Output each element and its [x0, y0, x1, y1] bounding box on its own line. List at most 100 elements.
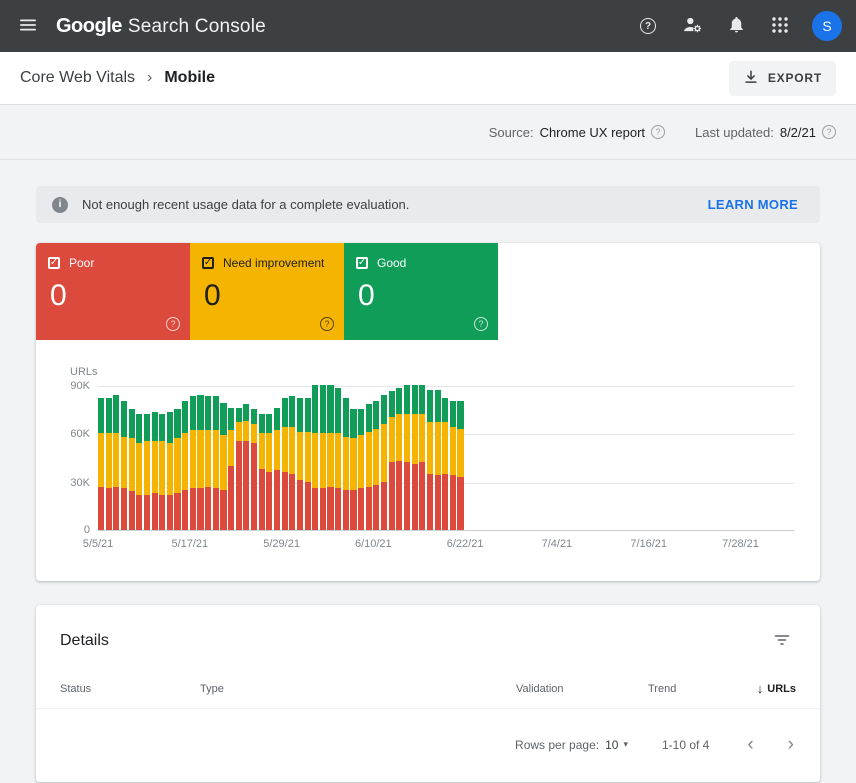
- chart-bar: [113, 395, 119, 530]
- bar-segment-need-improvement: [343, 437, 349, 490]
- bar-segment-good: [427, 390, 433, 422]
- notice-banner: i Not enough recent usage data for a com…: [36, 186, 820, 223]
- export-button[interactable]: EXPORT: [729, 61, 836, 96]
- bar-segment-need-improvement: [113, 433, 119, 486]
- help-icon[interactable]: ?: [474, 317, 488, 331]
- filter-button[interactable]: [768, 627, 796, 655]
- apps-button[interactable]: [760, 6, 800, 46]
- bar-segment-poor: [373, 485, 379, 530]
- chart-bar: [358, 409, 364, 530]
- bar-segment-poor: [274, 470, 280, 530]
- checkbox-checked-icon[interactable]: ✓: [48, 257, 60, 269]
- help-button[interactable]: ?: [628, 6, 668, 46]
- tile-good[interactable]: ✓ Good 0 ?: [344, 243, 498, 340]
- tile-need-improvement[interactable]: ✓ Need improvement 0 ?: [190, 243, 344, 340]
- chart-bar: [389, 391, 395, 530]
- account-avatar[interactable]: S: [812, 11, 842, 41]
- chart-bar: [427, 390, 433, 530]
- chart-bar: [350, 409, 356, 530]
- breadcrumb-core-web-vitals[interactable]: Core Web Vitals: [20, 69, 135, 87]
- column-urls-sort[interactable]: ↓ URLs: [757, 681, 796, 696]
- bar-segment-poor: [327, 487, 333, 531]
- checkbox-checked-icon[interactable]: ✓: [356, 257, 368, 269]
- bar-segment-good: [343, 398, 349, 437]
- help-icon[interactable]: ?: [320, 317, 334, 331]
- sort-descending-icon: ↓: [757, 681, 764, 696]
- user-settings-icon: [682, 14, 703, 38]
- filter-icon: [773, 631, 791, 652]
- chart-plot: 90K60K30K05/5/215/17/215/29/216/10/216/2…: [98, 386, 794, 531]
- help-icon: ?: [640, 18, 656, 34]
- chart-bar: [167, 412, 173, 530]
- help-icon[interactable]: ?: [166, 317, 180, 331]
- next-page-button[interactable]: ›: [786, 735, 796, 754]
- chart-bar: [174, 409, 180, 530]
- gridline: [98, 386, 794, 387]
- last-updated-value: 8/2/21: [780, 125, 816, 140]
- column-type[interactable]: Type: [200, 683, 516, 695]
- bar-segment-need-improvement: [236, 422, 242, 441]
- help-icon[interactable]: ?: [822, 125, 836, 139]
- bar-segment-need-improvement: [106, 433, 112, 488]
- chevron-right-icon: ›: [147, 69, 152, 87]
- rows-per-page-label: Rows per page:: [515, 738, 599, 752]
- bar-segment-good: [197, 395, 203, 430]
- bar-segment-poor: [251, 443, 257, 530]
- chart-bar: [259, 414, 265, 530]
- bar-segment-poor: [404, 462, 410, 530]
- column-trend[interactable]: Trend: [648, 683, 757, 695]
- chart-bar: [396, 388, 402, 530]
- bar-segment-need-improvement: [442, 422, 448, 474]
- bar-segment-poor: [297, 480, 303, 530]
- bar-segment-good: [435, 390, 441, 422]
- bar-segment-good: [174, 409, 180, 438]
- chart-bar: [373, 401, 379, 530]
- notifications-button[interactable]: [716, 6, 756, 46]
- app-logo[interactable]: Google Search Console: [56, 15, 266, 38]
- bar-segment-poor: [335, 488, 341, 530]
- apps-grid-icon: [771, 16, 789, 37]
- bar-segment-need-improvement: [136, 443, 142, 495]
- bar-segment-good: [297, 398, 303, 432]
- chart-bar: [121, 401, 127, 530]
- chart-bar: [136, 414, 142, 530]
- bar-segment-need-improvement: [350, 438, 356, 490]
- checkbox-checked-icon[interactable]: ✓: [202, 257, 214, 269]
- bar-segment-good: [251, 409, 257, 424]
- bar-segment-poor: [350, 490, 356, 530]
- bar-segment-good: [136, 414, 142, 443]
- chart-bar: [98, 398, 104, 530]
- chart-area: URLs 90K60K30K05/5/215/17/215/29/216/10/…: [36, 340, 820, 581]
- learn-more-link[interactable]: LEARN MORE: [708, 197, 798, 212]
- tile-poor[interactable]: ✓ Poor 0 ?: [36, 243, 190, 340]
- bar-segment-poor: [213, 488, 219, 530]
- chart-bar: [419, 385, 425, 530]
- bar-segment-need-improvement: [121, 437, 127, 489]
- bar-segment-good: [144, 414, 150, 441]
- bar-segment-need-improvement: [297, 432, 303, 480]
- menu-button[interactable]: [8, 6, 48, 46]
- bar-segment-good: [159, 414, 165, 441]
- bar-segment-need-improvement: [327, 433, 333, 486]
- bar-segment-good: [335, 388, 341, 433]
- bar-segment-need-improvement: [213, 430, 219, 488]
- chart-bar: [442, 398, 448, 530]
- chart-bar: [450, 401, 456, 530]
- previous-page-button[interactable]: ‹: [745, 735, 755, 754]
- user-settings-button[interactable]: [672, 6, 712, 46]
- logo-brand: Google: [56, 15, 122, 38]
- column-status[interactable]: Status: [60, 683, 200, 695]
- column-validation[interactable]: Validation: [516, 683, 648, 695]
- bar-segment-poor: [197, 488, 203, 530]
- bar-segment-poor: [106, 488, 112, 530]
- bar-segment-good: [350, 409, 356, 438]
- bar-segment-poor: [98, 487, 104, 531]
- tile-need-improvement-label: Need improvement: [223, 256, 324, 270]
- help-icon[interactable]: ?: [651, 125, 665, 139]
- bar-segment-need-improvement: [144, 441, 150, 494]
- rows-per-page-select[interactable]: 10 ▾: [605, 738, 628, 752]
- rows-per-page-value: 10: [605, 738, 618, 752]
- y-axis-tick-label: 0: [84, 524, 90, 536]
- main-content: i Not enough recent usage data for a com…: [0, 160, 856, 782]
- tile-need-improvement-value: 0: [204, 279, 332, 313]
